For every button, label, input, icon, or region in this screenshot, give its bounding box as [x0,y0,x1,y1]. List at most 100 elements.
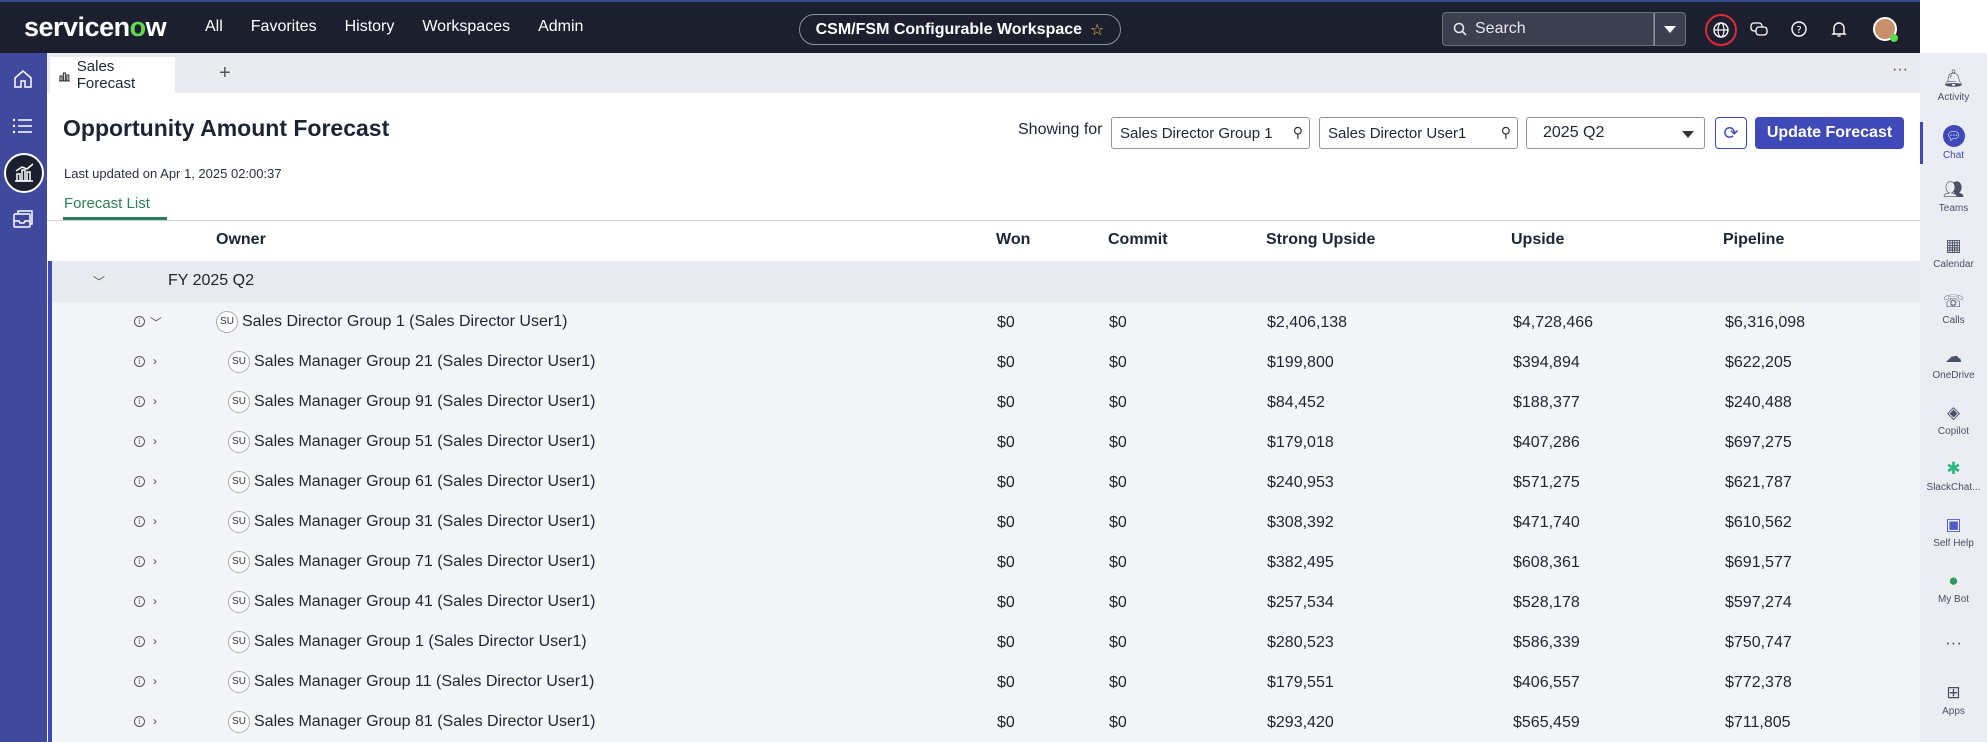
table-row[interactable]: i › SU Sales Manager Group 61 (Sales Direct… [47,462,1920,502]
chevron-down-icon[interactable]: ﹀ [150,314,162,331]
period-value: 2025 Q2 [1543,124,1605,141]
owner-cell[interactable]: Sales Manager Group 1 (Sales Director Us… [254,633,587,651]
upside-cell: $4,728,466 [1513,314,1594,331]
info-icon[interactable]: i [134,316,145,327]
chat-icon: 💬︎ [1942,125,1965,147]
info-icon[interactable]: i [134,596,145,607]
rail-more[interactable]: ··· [1920,633,1987,656]
chevron-down-icon[interactable]: ﹀ [93,273,105,290]
rail-teams[interactable]: 👥︎ Teams [1920,180,1987,214]
owner-cell[interactable]: Sales Manager Group 41 (Sales Director U… [254,593,595,611]
search-icon[interactable]: ⚲ [1293,124,1303,141]
info-icon[interactable]: i [134,356,145,367]
globe-icon[interactable] [1705,14,1737,46]
tab-forecast-list[interactable]: Forecast List [64,195,150,212]
info-icon[interactable]: i [134,396,145,407]
owner-cell[interactable]: Sales Manager Group 91 (Sales Director U… [254,393,595,411]
info-icon[interactable]: i [134,636,145,647]
rail-my-bot[interactable]: ● My Bot [1920,571,1987,605]
owner-cell[interactable]: Sales Manager Group 11 (Sales Director U… [254,673,594,691]
home-icon[interactable] [10,66,36,92]
chevron-right-icon[interactable]: › [153,674,157,688]
header-pipeline[interactable]: Pipeline [1723,231,1784,249]
table-row[interactable]: i › SU Sales Manager Group 1 (Sales Directo… [47,622,1920,662]
chat-bubbles-icon[interactable] [1746,16,1772,42]
rail-copilot[interactable]: ◈ Copilot [1920,403,1987,437]
more-options-icon[interactable]: ··· [1892,61,1908,79]
nav-admin[interactable]: Admin [538,18,583,36]
chevron-right-icon[interactable]: › [153,594,157,608]
owner-cell[interactable]: Sales Manager Group 81 (Sales Director U… [254,713,595,731]
header-owner[interactable]: Owner [216,231,266,249]
nav-all[interactable]: All [205,18,223,36]
chevron-right-icon[interactable]: › [153,634,157,648]
help-icon[interactable]: ? [1786,16,1812,42]
star-icon[interactable]: ☆ [1090,20,1104,40]
table-row[interactable]: i › SU Sales Manager Group 31 (Sales Direct… [47,502,1920,542]
rail-self-help[interactable]: ▣ Self Help [1920,515,1987,549]
owner-cell[interactable]: Sales Manager Group 21 (Sales Director U… [254,353,595,371]
group-field[interactable]: Sales Director Group 1 ⚲ [1111,117,1310,149]
servicenow-logo[interactable]: servicenow [24,12,167,43]
search-icon[interactable]: ⚲ [1501,124,1511,141]
table-row[interactable]: i › SU Sales Manager Group 71 (Sales Direct… [47,542,1920,582]
pipeline-cell: $597,274 [1725,594,1792,611]
table-row[interactable]: i › SU Sales Manager Group 81 (Sales Direct… [47,702,1920,742]
info-icon[interactable]: i [134,716,145,727]
rail-calls[interactable]: ☏ Calls [1920,292,1987,326]
info-icon[interactable]: i [134,516,145,527]
info-icon[interactable]: i [134,436,145,447]
nav-workspaces[interactable]: Workspaces [422,18,510,36]
rail-slackchat[interactable]: ✱ SlackChat... [1920,459,1987,493]
owner-cell[interactable]: Sales Manager Group 51 (Sales Director U… [254,433,595,451]
chevron-right-icon[interactable]: › [153,394,157,408]
search-scope-dropdown[interactable] [1654,12,1686,46]
period-select[interactable]: 2025 Q2 [1526,117,1705,149]
header-won[interactable]: Won [996,231,1030,249]
user-avatar[interactable] [1873,17,1898,42]
chevron-right-icon[interactable]: › [153,354,157,368]
chevron-right-icon[interactable]: › [153,474,157,488]
info-icon[interactable]: i [134,676,145,687]
table-row[interactable]: i › SU Sales Manager Group 41 (Sales Direct… [47,582,1920,622]
chevron-right-icon[interactable]: › [153,554,157,568]
refresh-button[interactable]: ⟳ [1715,117,1747,149]
owner-cell[interactable]: Sales Manager Group 31 (Sales Director U… [254,513,595,531]
owner-cell[interactable]: Sales Director Group 1 (Sales Director U… [242,313,567,331]
header-commit[interactable]: Commit [1108,231,1168,249]
avatar: SU [228,471,250,493]
chevron-right-icon[interactable]: › [153,514,157,528]
table-row[interactable]: i › SU Sales Manager Group 21 (Sales Direct… [47,342,1920,382]
header-upside[interactable]: Upside [1511,231,1564,249]
header-strong-upside[interactable]: Strong Upside [1266,231,1375,249]
add-tab-button[interactable]: + [219,62,231,85]
info-icon[interactable]: i [134,476,145,487]
strong-upside-cell: $179,551 [1267,674,1334,691]
rail-apps[interactable]: ⊞ Apps [1920,683,1987,717]
user-field[interactable]: Sales Director User1 ⚲ [1319,117,1518,149]
nav-history[interactable]: History [345,18,395,36]
rail-activity[interactable]: 🔔︎ Activity [1920,69,1987,103]
table-row[interactable]: i › SU Sales Manager Group 11 (Sales Direct… [47,662,1920,702]
update-forecast-button[interactable]: Update Forecast [1755,117,1904,149]
tab-sales-forecast[interactable]: Sales Forecast [50,57,175,93]
table-row[interactable]: i › SU Sales Manager Group 51 (Sales Direct… [47,422,1920,462]
nav-favorites[interactable]: Favorites [251,18,317,36]
forecast-chart-icon[interactable] [4,153,44,193]
info-icon[interactable]: i [134,556,145,567]
bell-icon[interactable] [1826,16,1852,42]
user-field-value: Sales Director User1 [1328,124,1467,142]
rail-chat[interactable]: 💬︎ Chat [1920,125,1987,161]
rail-calendar[interactable]: ▦ Calendar [1920,236,1987,270]
owner-cell[interactable]: Sales Manager Group 71 (Sales Director U… [254,553,595,571]
rail-onedrive[interactable]: ☁ OneDrive [1920,347,1987,381]
table-row[interactable]: i ﹀ SU Sales Director Group 1 (Sales Direct… [47,302,1920,342]
list-icon[interactable] [10,113,36,139]
chevron-right-icon[interactable]: › [153,714,157,728]
workspace-pill[interactable]: CSM/FSM Configurable Workspace ☆ [799,14,1121,45]
owner-cell[interactable]: Sales Manager Group 61 (Sales Director U… [254,473,595,491]
search-input[interactable]: Search [1442,12,1654,46]
inbox-icon[interactable] [10,206,36,232]
table-row[interactable]: i › SU Sales Manager Group 91 (Sales Direct… [47,382,1920,422]
chevron-right-icon[interactable]: › [153,434,157,448]
